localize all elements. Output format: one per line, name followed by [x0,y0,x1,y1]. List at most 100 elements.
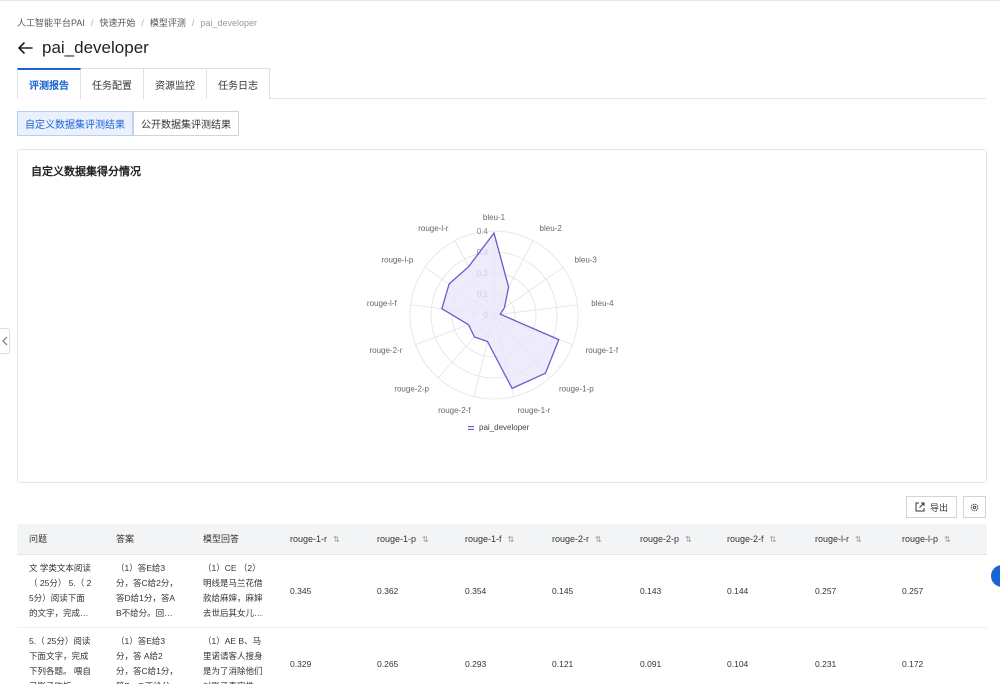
cell-text: 0.265 [377,658,399,669]
column-header-label: rouge-2-f [727,533,764,544]
subtab-public-dataset[interactable]: 公开数据集评测结果 [133,111,239,136]
table-cell: 0.265 [365,627,453,684]
column-header-label: rouge-l-r [815,533,850,544]
radar-axis-label: bleu-2 [540,224,563,233]
cell-text: 0.362 [377,585,399,596]
column-header: 模型回答 [191,524,278,555]
sort-icon[interactable]: ⇅ [422,535,429,544]
legend-swatch [468,425,474,430]
radar-axis-label: bleu-4 [591,299,614,308]
table-cell: （1）CE （2）明线是马兰花借款给麻婶，麻婶去世后其女儿… [191,554,278,628]
table-header-row: 问题 答案 模型回答 rouge-1-r ⇅ rouge-1-p ⇅ rouge-1-f ⇅ ro… [17,524,987,555]
cell-text: 0.143 [640,585,662,596]
column-header[interactable]: rouge-2-f ⇅ [715,524,803,555]
column-header[interactable]: rouge-1-p ⇅ [365,524,453,555]
column-header[interactable]: rouge-l-p ⇅ [890,524,987,555]
cell-text: 0.144 [727,585,749,596]
cell-text: 0.257 [902,585,924,596]
cell-text: 5.（ 25分）阅读下面文字，完成下列各题。 喂自己影子吃饭… [29,635,91,684]
breadcrumb-item-pai[interactable]: 人工智能平台PAI [17,16,85,29]
radar-axis-label: rouge-2-p [394,384,429,393]
radar-axis-label: rouge-l-p [381,255,414,264]
column-header[interactable]: rouge-l-r ⇅ [803,524,890,555]
cell-text: 0.104 [727,658,749,669]
cell-text: 0.091 [640,658,662,669]
collapse-handle[interactable] [0,328,10,354]
table-cell: 0.145 [540,554,628,628]
breadcrumb-separator: / [90,17,94,28]
score-panel: 自定义数据集得分情况 bleu-1 bleu-2 bleu-3 bleu-4 rouge… [17,149,987,483]
table-cell: （1）AE B、马里诺请客人搜身是为了消除他们对影子真实性… [191,627,278,684]
export-button[interactable]: 导出 [905,496,957,518]
table-cell: 0.362 [365,554,453,628]
table-cell: 0.091 [628,627,715,684]
table-cell: 0.104 [715,627,803,684]
sort-icon[interactable]: ⇅ [333,535,340,544]
cell-text: 0.354 [465,585,487,596]
radar-series-area [441,231,560,390]
radar-chart: bleu-1 bleu-2 bleu-3 bleu-4 rouge-1-f rouge-1… [367,213,619,415]
table-row: 文 学类文本阅读（ 25分） 5.（ 25分）阅读下面的文字，完成… （1）答E给… [17,554,987,628]
tab-bar: 评测报告 任务配置 资源监控 任务日志 [17,68,986,99]
top-divider [0,0,1000,1]
column-header-label: rouge-2-r [552,533,590,544]
cell-text: （1）CE （2）明线是马兰花借款给麻婶，麻婶去世后其女儿… [203,562,263,618]
column-header[interactable]: rouge-1-r ⇅ [278,524,365,555]
export-icon [915,502,925,512]
column-header[interactable]: rouge-2-p ⇅ [628,524,715,555]
settings-button[interactable] [963,496,986,518]
radar-axis-label: bleu-3 [575,255,598,264]
cell-text: （1）AE B、马里诺请客人搜身是为了消除他们对影子真实性… [203,635,263,684]
table-cell: 0.143 [628,554,715,628]
tab-resource-monitor[interactable]: 资源监控 [143,68,207,99]
cell-text: 0.145 [552,585,574,596]
radar-axis-label: rouge-1-p [559,384,594,393]
back-arrow-icon[interactable] [17,40,33,56]
column-header[interactable]: rouge-2-r ⇅ [540,524,628,555]
breadcrumb-separator: / [191,17,195,28]
sort-icon[interactable]: ⇅ [508,535,515,544]
column-header-label: rouge-1-f [465,533,502,544]
chevron-left-icon [1,336,7,346]
cell-text: 0.172 [902,658,924,669]
table-cell: 0.257 [890,554,987,628]
table-cell: 0.144 [715,554,803,628]
cell-text: 0.257 [815,585,837,596]
cell-text: （1）答E给3分，答 A给2分，答C给1分，答B、D不给分… [116,635,179,684]
cell-text: 0.121 [552,658,574,669]
tab-task-config[interactable]: 任务配置 [80,68,144,99]
column-header[interactable]: rouge-1-f ⇅ [453,524,540,555]
sort-icon[interactable]: ⇅ [770,535,777,544]
radar-axis-label: rouge-l-r [418,224,449,233]
sort-icon[interactable]: ⇅ [944,535,951,544]
column-header-label: 问题 [29,534,48,545]
table-cell: 0.354 [453,554,540,628]
result-switcher: 自定义数据集评测结果 公开数据集评测结果 [17,111,239,136]
breadcrumb-item-model-eval[interactable]: 模型评测 [150,16,186,29]
subtab-custom-dataset[interactable]: 自定义数据集评测结果 [17,111,133,136]
column-header-label: rouge-2-p [640,533,680,544]
table-row: 5.（ 25分）阅读下面文字，完成下列各题。 喂自己影子吃饭… （1）答E给3分，… [17,627,987,684]
column-header: 问题 [17,524,104,555]
table-cell: 0.231 [803,627,890,684]
radar-axis-label: rouge-1-f [586,346,619,355]
radar-axis-label: bleu-1 [483,213,506,222]
radar-axis-label: rouge-2-r [369,346,402,355]
cell-text: 文 学类文本阅读（ 25分） 5.（ 25分）阅读下面的文字，完成… [29,562,92,618]
table-cell: 0.257 [803,554,890,628]
sort-icon[interactable]: ⇅ [595,535,602,544]
sort-icon[interactable]: ⇅ [855,535,862,544]
tab-task-log[interactable]: 任务日志 [206,68,270,99]
floating-help-button[interactable] [991,565,1000,587]
breadcrumb-item-quickstart[interactable]: 快速开始 [99,16,135,29]
column-header-label: 模型回答 [203,534,240,545]
cell-text: 0.345 [290,585,312,596]
gear-icon [970,503,979,511]
column-header-label: 答案 [116,534,135,545]
table-cell: （1）答E给3分，答C给2分，答D给1分，答AB不给分。回… [104,554,191,628]
sort-icon[interactable]: ⇅ [685,535,692,544]
chart-legend[interactable]: pai_developer [468,423,529,432]
table-cell: （1）答E给3分，答 A给2分，答C给1分，答B、D不给分… [104,627,191,684]
results-table: 问题 答案 模型回答 rouge-1-r ⇅ rouge-1-p ⇅ rouge-1-f ⇅ ro… [17,524,987,684]
tab-eval-report[interactable]: 评测报告 [17,68,81,99]
